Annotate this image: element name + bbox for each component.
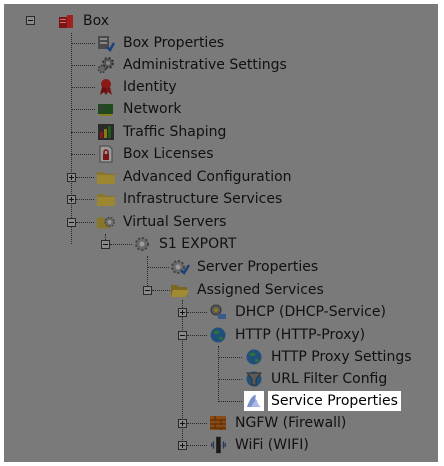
tree-node-label: Box Properties <box>123 35 225 51</box>
tree-line <box>218 401 242 402</box>
tree-line <box>187 445 207 446</box>
tree-line <box>147 267 169 268</box>
license-icon <box>96 144 116 164</box>
tree-node-box-properties[interactable]: Box Properties <box>96 32 227 54</box>
tree-line <box>218 357 242 358</box>
tree-node-label: Service Properties <box>268 391 401 411</box>
box-icon <box>56 11 76 31</box>
tree-node-service-properties[interactable]: Service Properties <box>244 390 401 412</box>
tree-node-label: Box <box>83 13 110 29</box>
tree-line <box>187 312 207 313</box>
tree-line <box>76 222 94 223</box>
collapse-http-toggle[interactable] <box>178 331 187 340</box>
open-folder-icon <box>170 280 190 300</box>
wifi-icon <box>208 435 228 455</box>
tree-line <box>71 109 95 110</box>
expand-ngfw-toggle[interactable] <box>178 419 187 428</box>
tree-node-dhcp[interactable]: DHCP (DHCP-Service) <box>208 301 389 323</box>
tree-node-label: Virtual Servers <box>123 214 227 230</box>
tree-node-label: Box Licenses <box>123 146 214 162</box>
tree-node-administrative-settings[interactable]: Administrative Settings <box>96 54 290 76</box>
expand-wifi-toggle[interactable] <box>178 441 187 450</box>
tree-node-label: Administrative Settings <box>123 57 287 73</box>
tree-node-virtual-servers[interactable]: Virtual Servers <box>96 211 229 233</box>
tree-line <box>76 199 94 200</box>
tree-node-url-filter-config[interactable]: URL Filter Config <box>244 368 390 390</box>
tree-line <box>71 43 95 44</box>
dhcp-icon <box>208 302 228 322</box>
traffic-shaping-icon <box>96 122 116 142</box>
tree-line <box>71 154 95 155</box>
tree-line <box>218 346 219 402</box>
tree-node-label: Advanced Configuration <box>123 169 292 185</box>
tree-line <box>152 290 170 291</box>
tree-node-s1-export[interactable]: S1 EXPORT <box>132 233 239 255</box>
collapse-s1-export-toggle[interactable] <box>101 240 110 249</box>
firewall-icon <box>208 413 228 433</box>
tree-node-label: Server Properties <box>197 259 319 275</box>
tree-node-infrastructure-services[interactable]: Infrastructure Services <box>96 188 285 210</box>
tree-node-label: Identity <box>123 79 177 95</box>
url-filter-icon <box>244 369 264 389</box>
tree-line <box>187 335 207 336</box>
tree-node-traffic-shaping[interactable]: Traffic Shaping <box>96 121 229 143</box>
folder-icon <box>96 189 116 209</box>
tree-line <box>71 132 95 133</box>
tree-node-label: Infrastructure Services <box>123 191 283 207</box>
tree-node-box-licenses[interactable]: Box Licenses <box>96 143 217 165</box>
tree-node-identity[interactable]: Identity <box>96 76 180 98</box>
tree-node-label: WiFi (WIFI) <box>235 437 309 453</box>
server-gear-icon <box>132 234 152 254</box>
tree-node-label: Assigned Services <box>197 282 324 298</box>
expand-infrastructure-services-toggle[interactable] <box>67 195 76 204</box>
tree-node-http[interactable]: HTTP (HTTP-Proxy) <box>208 324 368 346</box>
tree-line <box>187 423 207 424</box>
globe-icon <box>208 325 228 345</box>
tree-node-box[interactable]: Box <box>56 10 112 32</box>
collapse-assigned-services-toggle[interactable] <box>143 286 152 295</box>
tree-node-label: Network <box>123 101 182 117</box>
tree-node-ngfw[interactable]: NGFW (Firewall) <box>208 412 349 434</box>
gear-icon <box>96 55 116 75</box>
folder-icon <box>96 167 116 187</box>
expand-advanced-configuration-toggle[interactable] <box>67 173 76 182</box>
tree-line <box>71 87 95 88</box>
tree-view[interactable]: Box Box Properties Administrative Settin… <box>4 4 438 462</box>
folder-gear-icon <box>96 212 116 232</box>
tree-node-label: HTTP (HTTP-Proxy) <box>235 327 366 343</box>
tree-node-label: URL Filter Config <box>271 371 388 387</box>
tree-line <box>71 65 95 66</box>
tree-node-label: S1 EXPORT <box>159 236 237 252</box>
network-card-icon <box>96 99 116 119</box>
globe-icon <box>244 347 264 367</box>
tree-node-label: Traffic Shaping <box>123 124 227 140</box>
tree-node-server-properties[interactable]: Server Properties <box>170 256 321 278</box>
server-properties-icon <box>170 257 190 277</box>
collapse-box-toggle[interactable] <box>26 16 35 25</box>
tree-line <box>110 244 132 245</box>
service-properties-icon <box>244 391 264 411</box>
tree-node-label: HTTP Proxy Settings <box>271 349 412 365</box>
tree-node-label: DHCP (DHCP-Service) <box>235 304 386 320</box>
tree-node-label: NGFW (Firewall) <box>235 415 347 431</box>
tree-node-network[interactable]: Network <box>96 98 184 120</box>
tree-line <box>218 379 242 380</box>
tree-node-advanced-configuration[interactable]: Advanced Configuration <box>96 166 295 188</box>
tree-line <box>76 177 94 178</box>
tree-node-wifi[interactable]: WiFi (WIFI) <box>208 434 312 456</box>
box-properties-icon <box>96 33 116 53</box>
ribbon-icon <box>96 77 116 97</box>
expand-dhcp-toggle[interactable] <box>178 308 187 317</box>
tree-node-assigned-services[interactable]: Assigned Services <box>170 279 327 301</box>
collapse-virtual-servers-toggle[interactable] <box>67 218 76 227</box>
tree-node-http-proxy-settings[interactable]: HTTP Proxy Settings <box>244 346 415 368</box>
